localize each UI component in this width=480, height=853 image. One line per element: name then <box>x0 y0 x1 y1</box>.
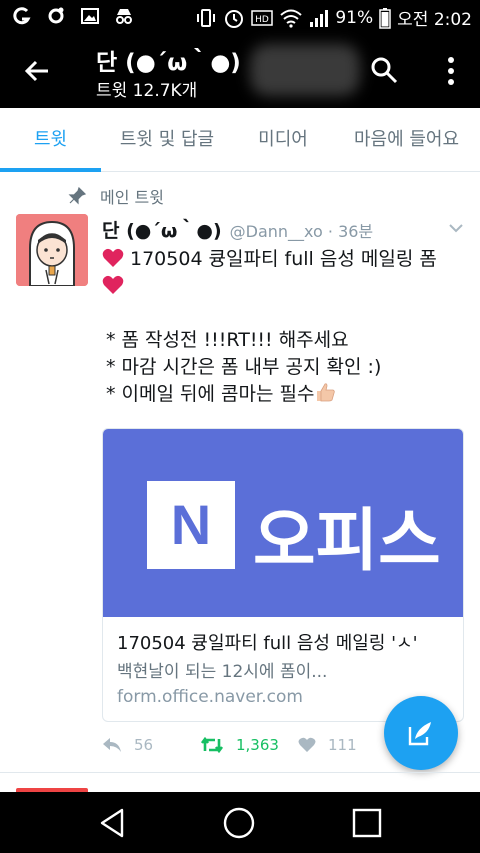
tweet-text-line-4: * 이메일 뒤에 콤마는 필수 <box>106 383 315 405</box>
nav-back-icon[interactable] <box>96 806 130 840</box>
tweet-actions: 56 1,363 111 <box>102 736 382 760</box>
card-description: 백현날이 되는 12시에 폼이... <box>117 662 328 682</box>
tweet-text: 170504 큥일파티 full 음성 메일링 폼 * 폼 작성전 !!!RT!… <box>102 246 470 408</box>
office-wordmark: 오피스 <box>253 502 441 581</box>
tab-likes[interactable]: 마음에 들어요 <box>333 108 480 172</box>
tab-tweets-replies[interactable]: 트윗 및 답글 <box>101 108 233 172</box>
reply-count: 56 <box>134 736 154 754</box>
incognito-icon <box>116 9 132 24</box>
naver-logo-letter: N <box>170 493 212 556</box>
battery-icon <box>379 7 391 29</box>
vibrate-icon <box>197 8 216 27</box>
back-arrow-icon[interactable] <box>22 56 52 86</box>
signal-icon <box>310 9 329 27</box>
tweet-text-line-2: * 폼 작성전 !!!RT!!! 해주세요 <box>106 329 349 351</box>
card-title: 170504 큥일파티 full 음성 메일링 'ㅅ' <box>117 633 418 654</box>
avatar-drawing <box>16 214 88 286</box>
active-tab-indicator <box>0 168 101 172</box>
battery-percent: 91% <box>335 7 374 28</box>
heart-icon <box>298 737 316 752</box>
image-icon <box>81 8 99 24</box>
tweet-header: 단 (●´ω｀●) @Dann__xo · 36분 <box>102 216 373 244</box>
tweet-author-name[interactable]: 단 (●´ω｀●) <box>102 216 222 243</box>
tweet-count: 트윗 12.7K개 <box>96 81 198 101</box>
tweet-divider <box>0 772 480 773</box>
system-navigation-bar <box>0 792 480 853</box>
profile-title: 단 (●´ω｀●) <box>96 50 241 76</box>
tab-tweets[interactable]: 트윗 <box>0 108 101 172</box>
naver-logo: N <box>147 481 235 569</box>
tweet-line-4: * 이메일 뒤에 콤마는 필수 <box>106 381 470 408</box>
retweet-button[interactable]: 1,363 <box>200 736 279 754</box>
tweet-text-line-1: 170504 큥일파티 full 음성 메일링 폼 <box>130 248 437 270</box>
g-icon <box>13 7 31 25</box>
status-left-icons <box>12 6 134 26</box>
compose-tweet-button[interactable] <box>384 696 458 770</box>
heart-emoji-icon <box>102 275 124 294</box>
retweet-count: 1,363 <box>236 736 279 754</box>
profile-tabs: 트윗 트윗 및 답글 미디어 마음에 들어요 <box>0 108 480 172</box>
alarm-icon <box>225 9 244 28</box>
retweet-icon <box>200 737 224 753</box>
status-bar: HD 91% 오전 2:02 <box>0 0 480 34</box>
more-options-icon[interactable] <box>437 54 465 88</box>
pin-icon <box>68 187 86 205</box>
status-right-icons: HD 91% 오전 2:02 <box>195 5 472 30</box>
chevron-down-icon[interactable] <box>448 222 464 234</box>
nav-recents-icon[interactable] <box>350 806 384 840</box>
link-preview-card[interactable]: N 오피스 170504 큥일파티 full 음성 메일링 'ㅅ' 백현날이 되… <box>102 428 464 722</box>
like-count: 111 <box>328 736 357 754</box>
header-banner-blur <box>250 44 360 96</box>
hd-icon: HD <box>251 9 274 26</box>
tab-media[interactable]: 미디어 <box>233 108 333 172</box>
avatar[interactable] <box>16 214 88 286</box>
svg-text:HD: HD <box>255 15 269 25</box>
like-button[interactable]: 111 <box>298 736 357 754</box>
card-image: N 오피스 <box>103 429 463 617</box>
reply-button[interactable]: 56 <box>102 736 153 754</box>
pinned-tweet-label: 메인 트윗 <box>68 184 164 208</box>
search-icon[interactable] <box>370 56 398 84</box>
tweet-line-1: 170504 큥일파티 full 음성 메일링 폼 <box>102 246 470 273</box>
clock: 오전 2:02 <box>397 10 472 30</box>
thumbs-up-emoji-icon <box>317 383 336 402</box>
profile-header: 단 (●´ω｀●) 트윗 12.7K개 <box>0 34 480 108</box>
nav-home-icon[interactable] <box>222 806 256 840</box>
wifi-icon <box>280 9 303 28</box>
heart-emoji-icon <box>102 248 124 267</box>
settings-gear-icon <box>48 7 64 24</box>
pinned-text: 메인 트윗 <box>100 188 164 207</box>
tweet-line-heart <box>102 273 470 300</box>
compose-feather-icon <box>408 722 431 746</box>
reply-icon <box>103 738 121 752</box>
tweet-handle-time[interactable]: @Dann__xo · 36분 <box>230 218 374 242</box>
tweet-text-line-3: * 마감 시간은 폼 내부 공지 확인 :) <box>106 356 382 378</box>
